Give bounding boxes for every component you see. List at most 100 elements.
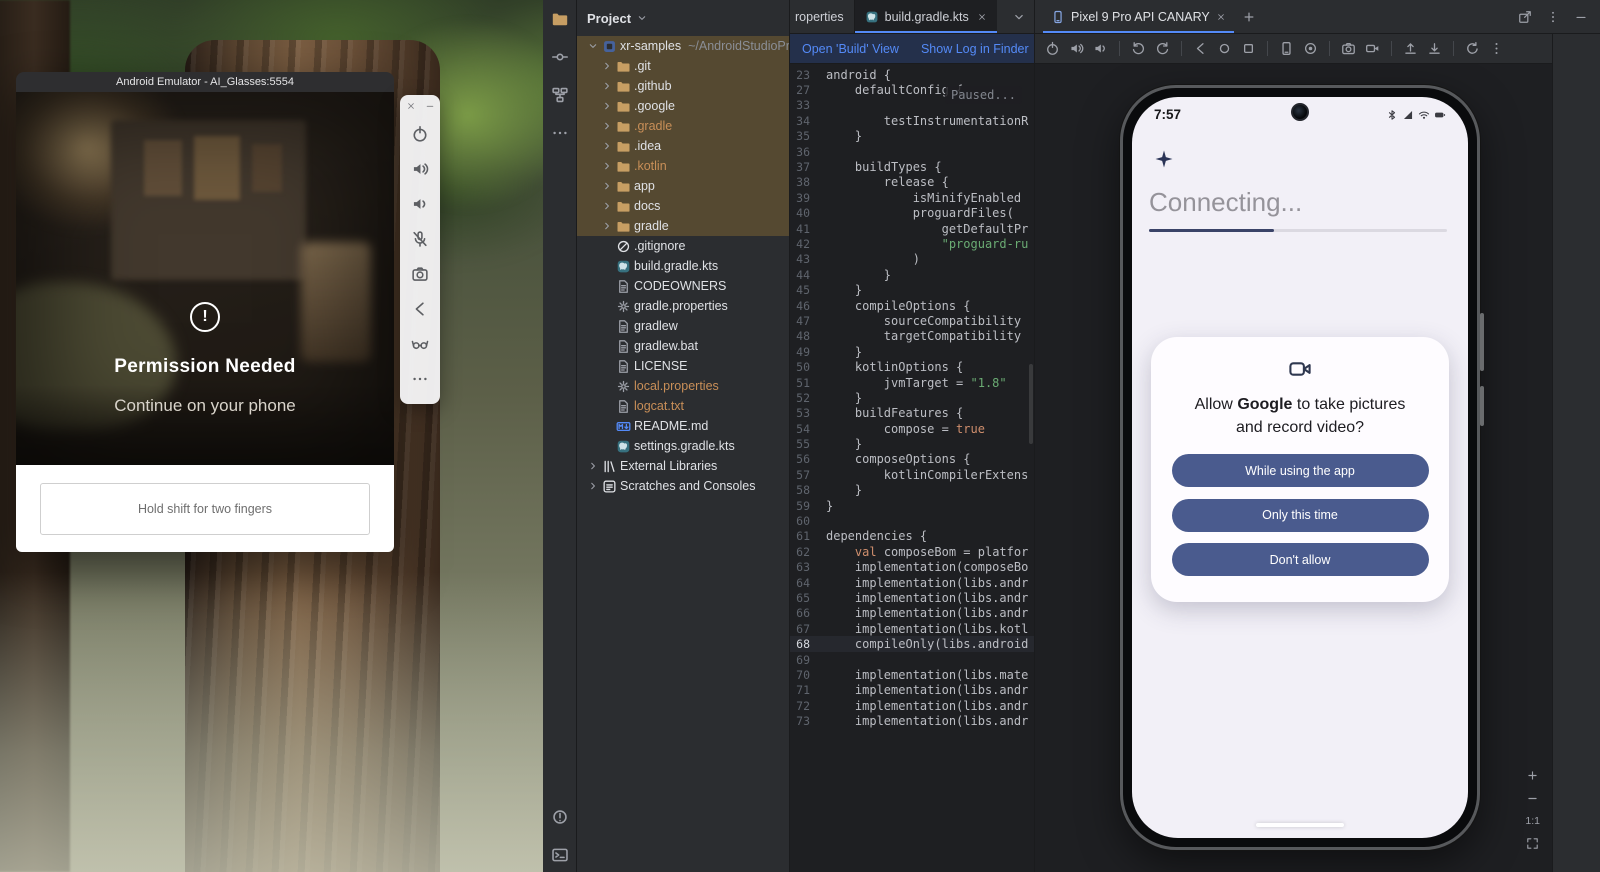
chevron-right-icon[interactable] xyxy=(599,160,614,172)
chevron-right-icon[interactable] xyxy=(599,200,614,212)
tree-item-github[interactable]: .github xyxy=(577,76,789,96)
rotate-left-button[interactable] xyxy=(1131,41,1146,56)
tree-item-git[interactable]: .git xyxy=(577,56,789,76)
banner-link-show-log-in-finder[interactable]: Show Log in Finder xyxy=(921,42,1029,56)
kebab-button[interactable] xyxy=(1489,41,1504,56)
tree-item-kotlin[interactable]: .kotlin xyxy=(577,156,789,176)
permission-button-only-this-time[interactable]: Only this time xyxy=(1172,499,1429,532)
home-indicator[interactable] xyxy=(1256,823,1344,828)
more-h-button[interactable] xyxy=(406,365,434,393)
volume-down-button[interactable] xyxy=(1093,41,1108,56)
stripe-commit-button[interactable] xyxy=(549,46,571,68)
zoom-ratio-label[interactable]: 1:1 xyxy=(1525,815,1540,827)
volume-up-button[interactable] xyxy=(406,155,434,183)
emulator-title-bar[interactable]: Android Emulator - AI_Glasses:5554 xyxy=(16,72,394,92)
tree-item-external-libraries[interactable]: External Libraries xyxy=(577,456,789,476)
tree-item-settings-gradle-kts[interactable]: settings.gradle.kts xyxy=(577,436,789,456)
zoom-out-button[interactable] xyxy=(1526,792,1539,805)
external-button[interactable] xyxy=(1518,10,1532,24)
code-line-42: 42 "proguard-ru xyxy=(790,236,1034,251)
stripe-folder-button[interactable] xyxy=(549,8,571,30)
zoom-fit-button[interactable] xyxy=(1526,837,1539,850)
tree-item-logcat-txt[interactable]: logcat.txt xyxy=(577,396,789,416)
stripe-structure-button[interactable] xyxy=(549,84,571,106)
glasses-button[interactable] xyxy=(406,330,434,358)
tree-item-docs[interactable]: docs xyxy=(577,196,789,216)
close-tab-icon[interactable] xyxy=(977,12,987,22)
minimize-button[interactable] xyxy=(425,101,435,111)
code-lines: 23android {27 defaultConfig {3334 testIn… xyxy=(790,64,1034,729)
editor-scrollbar[interactable] xyxy=(1029,364,1033,444)
close-button[interactable] xyxy=(406,101,416,111)
mic-off-button[interactable] xyxy=(406,225,434,253)
chevron-right-icon[interactable] xyxy=(599,140,614,152)
screenshot-button[interactable] xyxy=(1279,41,1294,56)
permission-button-don-t-allow[interactable]: Don't allow xyxy=(1172,543,1429,576)
tree-item-gradle[interactable]: .gradle xyxy=(577,116,789,136)
tree-item-license[interactable]: LICENSE xyxy=(577,356,789,376)
tree-item-build-gradle-kts[interactable]: build.gradle.kts xyxy=(577,256,789,276)
project-header-chevron[interactable] xyxy=(636,12,648,24)
rotate-right-button[interactable] xyxy=(1155,41,1170,56)
close-device-tab-button[interactable] xyxy=(1216,12,1226,22)
editor-tab-build-gradle-kts[interactable]: build.gradle.kts xyxy=(855,0,997,33)
chevron-right-icon[interactable] xyxy=(599,120,614,132)
permission-button-while-using-the-app[interactable]: While using the app xyxy=(1172,454,1429,487)
download-button[interactable] xyxy=(1427,41,1442,56)
minimize-button[interactable] xyxy=(1574,10,1588,24)
power-button[interactable] xyxy=(406,120,434,148)
back-tri-button[interactable] xyxy=(1193,41,1208,56)
chevron-right-icon[interactable] xyxy=(599,180,614,192)
tree-item-local-properties[interactable]: local.properties xyxy=(577,376,789,396)
volume-down-button[interactable] xyxy=(406,190,434,218)
device-tab-pixel-9-pro[interactable]: Pixel 9 Pro API CANARY xyxy=(1043,0,1234,33)
tree-item-gradle-properties[interactable]: gradle.properties xyxy=(577,296,789,316)
tree-item-gradlew[interactable]: gradlew xyxy=(577,316,789,336)
nav-overview-button[interactable] xyxy=(1241,41,1256,56)
tree-item-idea[interactable]: .idea xyxy=(577,136,789,156)
upload-button[interactable] xyxy=(1403,41,1418,56)
screen-record-icon xyxy=(1303,41,1318,56)
banner-link-open-build-view[interactable]: Open 'Build' View xyxy=(802,42,899,56)
tree-item-xr-samples[interactable]: xr-samples~/AndroidStudioProj xyxy=(577,36,789,56)
new-device-tab-button[interactable] xyxy=(1242,10,1256,24)
chevron-right-icon[interactable] xyxy=(599,80,614,92)
screen-record-button[interactable] xyxy=(1303,41,1318,56)
zoom-in-button[interactable] xyxy=(1526,769,1539,782)
tree-item-scratches-and-consoles[interactable]: Scratches and Consoles xyxy=(577,476,789,496)
camera-button[interactable] xyxy=(406,260,434,288)
project-panel-header[interactable]: Project xyxy=(577,0,789,36)
chevron-right-icon[interactable] xyxy=(599,220,614,232)
stripe-problems-button[interactable] xyxy=(549,806,571,828)
stripe-more-h-button[interactable] xyxy=(549,122,571,144)
power-button[interactable] xyxy=(1045,41,1060,56)
back-tri-button[interactable] xyxy=(406,295,434,323)
chevron-right-icon[interactable] xyxy=(599,60,614,72)
restart-button[interactable] xyxy=(1465,41,1480,56)
permission-dialog: Allow Google to take pictures and record… xyxy=(1151,337,1449,602)
tree-item-google[interactable]: .google xyxy=(577,96,789,116)
phone-screen[interactable]: 7:57 Connecting... Allow Google to take … xyxy=(1132,97,1468,838)
code-editor[interactable]: 23android {27 defaultConfig {3334 testIn… xyxy=(790,64,1034,872)
chevron-right-icon[interactable] xyxy=(585,460,600,472)
tree-item-codeowners[interactable]: CODEOWNERS xyxy=(577,276,789,296)
hidden-tabs-button[interactable] xyxy=(1004,10,1034,24)
chevron-right-icon[interactable] xyxy=(599,100,614,112)
video-button[interactable] xyxy=(1365,41,1380,56)
tree-item-gradle[interactable]: gradle xyxy=(577,216,789,236)
nav-home-button[interactable] xyxy=(1217,41,1232,56)
editor-tab-roperties[interactable]: roperties xyxy=(790,0,855,33)
chevron-right-icon[interactable] xyxy=(585,480,600,492)
tree-item-app[interactable]: app xyxy=(577,176,789,196)
tree-item-label: .git xyxy=(634,59,651,73)
tree-item-readme-md[interactable]: README.md xyxy=(577,416,789,436)
chevright-icon xyxy=(601,120,613,132)
camera-button[interactable] xyxy=(1341,41,1356,56)
emulator-screen[interactable]: ! Permission Needed Continue on your pho… xyxy=(16,92,394,465)
tree-item-gitignore[interactable]: .gitignore xyxy=(577,236,789,256)
volume-up-button[interactable] xyxy=(1069,41,1084,56)
kebab-button[interactable] xyxy=(1546,10,1560,24)
chevron-down-icon[interactable] xyxy=(585,40,600,52)
stripe-terminal-button[interactable] xyxy=(549,844,571,866)
tree-item-gradlew-bat[interactable]: gradlew.bat xyxy=(577,336,789,356)
